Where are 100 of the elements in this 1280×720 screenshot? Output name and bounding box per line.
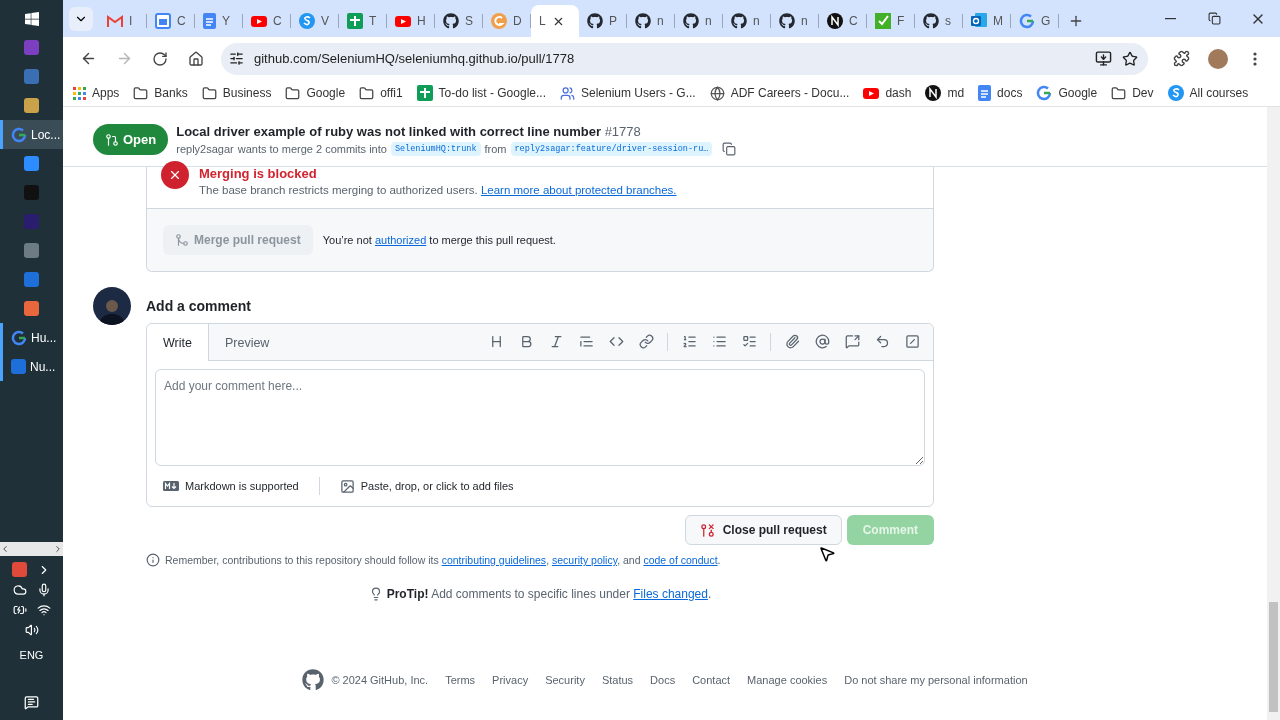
bookmark[interactable]: ADF Careers - Docu...	[709, 85, 850, 101]
taskbar-window[interactable]: Loc...	[0, 120, 63, 149]
markdown-note[interactable]: Markdown is supported	[163, 480, 299, 492]
scrollbar[interactable]	[0, 542, 63, 556]
browser-tab[interactable]: C	[147, 5, 195, 37]
favicon	[416, 85, 433, 101]
link[interactable]: code of conduct	[643, 554, 718, 566]
link[interactable]: Learn more about protected branches.	[480, 184, 677, 196]
wifi-icon[interactable]	[36, 603, 51, 617]
battery-icon[interactable]	[12, 603, 27, 617]
browser-tab[interactable]: D	[483, 5, 531, 37]
browser-tab[interactable]: V	[291, 5, 339, 37]
github-icon	[683, 13, 699, 29]
install-icon[interactable]	[1095, 50, 1112, 67]
bookmark[interactable]: Apps	[73, 86, 120, 100]
markdown-icon	[163, 481, 179, 491]
copy-icon[interactable]	[722, 141, 737, 156]
user-avatar	[93, 287, 131, 325]
address-bar[interactable]: github.com/SeleniumHQ/seleniumhq.github.io/pull/1778	[221, 42, 1148, 75]
browser-tab[interactable]: C	[819, 5, 867, 37]
browser-tab[interactable]: F	[867, 5, 915, 37]
close-pr-button[interactable]: Close pull request	[684, 515, 842, 545]
favicon	[925, 85, 942, 101]
browser-tab[interactable]: n	[723, 5, 771, 37]
footer-link[interactable]: Security	[545, 674, 585, 686]
favicon	[395, 15, 411, 27]
folder-icon	[285, 85, 301, 101]
merge-icon	[175, 233, 189, 247]
browser-tab[interactable]: C	[243, 5, 291, 37]
speaker-icon[interactable]	[24, 623, 39, 637]
bookmark-star-icon[interactable]	[1122, 50, 1138, 67]
info-icon	[146, 553, 160, 567]
pull-request-closed-icon	[699, 522, 715, 538]
folder-icon	[201, 85, 217, 101]
bookmark[interactable]: Dev	[1111, 85, 1154, 101]
github-icon[interactable]	[302, 669, 325, 691]
browser-tab[interactable]: M	[963, 5, 1011, 37]
browser-tab[interactable]: S	[435, 5, 483, 37]
browser-tab[interactable]: s	[915, 5, 963, 37]
bookmark[interactable]: offi1	[359, 85, 403, 101]
bookmark[interactable]: docs	[978, 85, 1023, 101]
editor-tab[interactable]: Write	[147, 324, 209, 361]
cloud-icon[interactable]	[12, 583, 27, 597]
favicon	[155, 13, 171, 29]
cursor-icon	[818, 545, 836, 563]
browser-tab[interactable]: P	[579, 5, 627, 37]
favicon	[107, 15, 123, 27]
browser-tab[interactable]: T	[339, 5, 387, 37]
bookmark[interactable]: Selenium Users - G...	[560, 85, 696, 101]
language-indicator[interactable]: ENG	[19, 649, 44, 661]
favicon	[11, 126, 27, 143]
browser-tab[interactable]: L	[531, 5, 579, 37]
home-icon	[188, 50, 204, 67]
browser-tab[interactable]: H	[387, 5, 435, 37]
favicon	[203, 13, 216, 29]
footer-link[interactable]: Do not share my personal information	[844, 674, 1028, 686]
profile-avatar[interactable]	[1208, 48, 1228, 69]
browser-tab[interactable]: n	[675, 5, 723, 37]
footer-link[interactable]: Docs	[650, 674, 676, 686]
merge-note: You’re not authorized to merge this pull request.	[322, 234, 556, 246]
link[interactable]: Files changed	[633, 587, 708, 601]
bookmark[interactable]: All courses	[1167, 85, 1249, 101]
favicon	[978, 85, 992, 101]
bookmark[interactable]: To-do list - Google...	[416, 85, 546, 101]
bookmark[interactable]: Business	[201, 85, 272, 101]
grid-icon	[73, 86, 86, 100]
github-icon	[779, 13, 795, 29]
browser-tab[interactable]: I	[99, 5, 147, 37]
microphone-icon[interactable]	[36, 583, 51, 597]
footer-link[interactable]: Terms	[445, 674, 476, 686]
favicon	[251, 15, 267, 27]
footer-link[interactable]: Status	[601, 674, 634, 686]
browser-tab[interactable]: n	[627, 5, 675, 37]
bookmark[interactable]: Google	[285, 85, 346, 101]
tab-search-button[interactable]	[69, 7, 93, 31]
link[interactable]: authorized	[374, 234, 427, 246]
footer-link[interactable]: Manage cookies	[747, 674, 828, 686]
reload-icon	[152, 50, 168, 67]
scrollbar[interactable]	[1267, 107, 1280, 720]
footer-link[interactable]: Privacy	[492, 674, 529, 686]
editor-tab[interactable]: Preview	[208, 324, 286, 361]
footer-link[interactable]: Contact	[692, 674, 731, 686]
start-icon[interactable]	[23, 10, 40, 27]
site-settings-icon[interactable]	[229, 51, 244, 66]
browser-tab[interactable]: n	[771, 5, 819, 37]
bookmark[interactable]: md	[925, 85, 965, 101]
chevron-right-icon[interactable]	[53, 544, 63, 554]
bookmark[interactable]: Banks	[133, 85, 188, 101]
notification-icon[interactable]	[24, 695, 39, 710]
favicon	[1167, 85, 1184, 101]
bookmark[interactable]: dash	[863, 86, 912, 100]
comment-field[interactable]: Add your comment here...	[155, 369, 925, 466]
bookmark[interactable]: Google	[1036, 85, 1098, 101]
author-link[interactable]: reply2sagar	[176, 142, 234, 155]
chevron-left-icon[interactable]	[0, 544, 10, 554]
branch-tag[interactable]: reply2sagar:feature/driver-session-ru…	[510, 141, 713, 156]
browser-tab[interactable]: G	[1011, 5, 1059, 37]
browser-tab[interactable]: Y	[195, 5, 243, 37]
branch-tag[interactable]: SeleniumHQ:trunk	[390, 141, 481, 156]
attach-files[interactable]: Paste, drop, or click to add files	[339, 478, 514, 494]
